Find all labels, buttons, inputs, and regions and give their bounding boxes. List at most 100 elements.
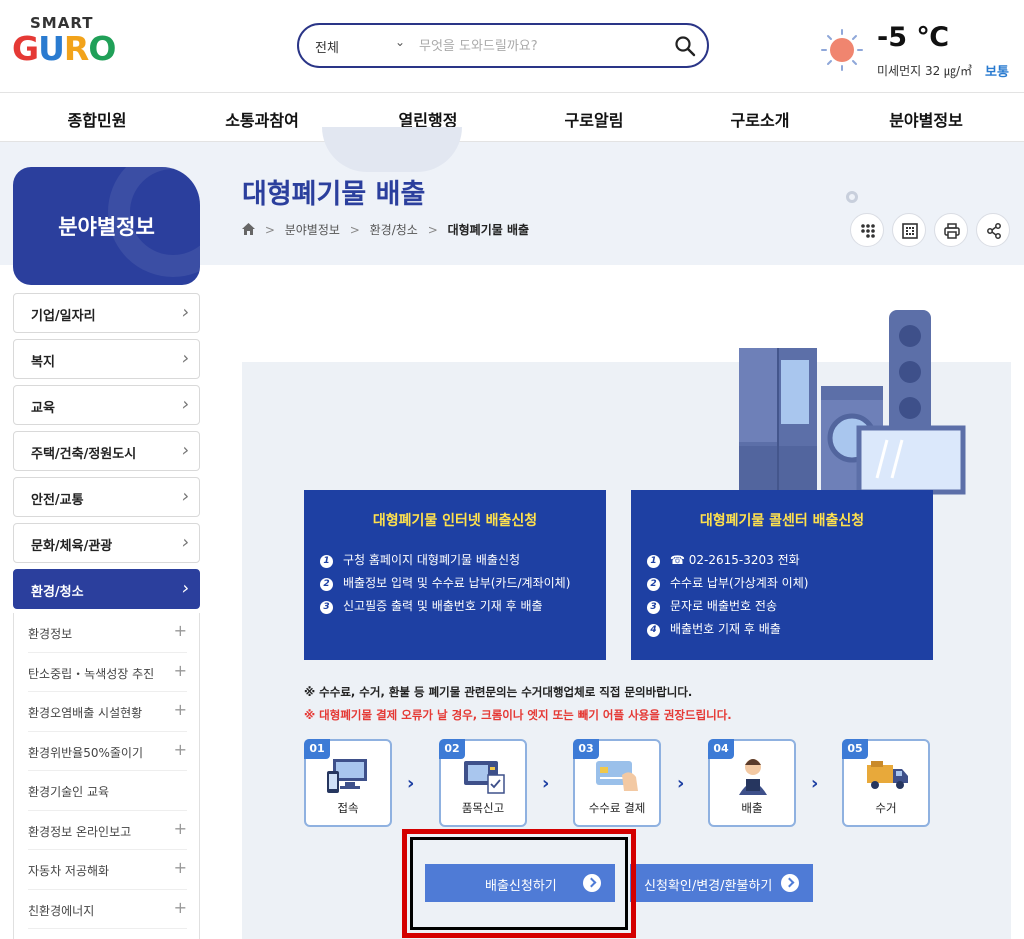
submenu-item[interactable]: 환경기술인 교육 [28,771,187,811]
decoration-ring [846,191,858,203]
callcenter-step-1: 1 ☎ 02-2615-3203 전화 [647,551,800,568]
plus-icon[interactable]: + [174,858,187,877]
chevron-down-icon[interactable]: ⌄ [395,35,405,49]
step-text: 구청 홈페이지 대형폐기물 배출신청 [343,553,521,567]
sidebar-item-safety[interactable]: 안전/교통 › [13,477,200,517]
arrow-right-circle-icon [781,874,799,892]
submenu-item-label: 자동차 저공해화 [28,864,110,878]
check-application-button[interactable]: 신청확인/변경/환불하기 [630,864,813,902]
submenu-item-label: 환경정보 온라인보고 [28,824,132,839]
weather-widget: -5 ℃ 미세먼지 32 ㎍/㎥ 보통 [820,20,1020,80]
submenu-item-label: 환경정보 [28,627,73,641]
step-label: 접속 [337,801,359,815]
qr-code-button[interactable] [892,213,926,247]
fine-dust-status: 보통 [985,65,1009,80]
breadcrumb-item[interactable]: 환경/청소 [370,223,418,237]
sidebar-item-label: 교육 [31,401,55,416]
submenu-item[interactable]: 환경오염배출 시설현황 + [28,692,187,732]
step-text: 배출번호 기재 후 배출 [670,622,781,636]
qr-button[interactable] [850,213,884,247]
breadcrumb-separator: > [427,223,438,237]
nav-item-civil-service[interactable]: 종합민원 [68,107,127,131]
logo-guro-text: GURO [12,29,116,68]
submenu-item[interactable]: 환경위반율50%줄이기 + [28,732,187,771]
nav-item-news[interactable]: 구로알림 [565,107,624,131]
process-step-disposal: 04 배출 [708,739,796,827]
sidebar-item-label: 안전/교통 [31,493,84,508]
submenu-item-label: 친환경에너지 [28,903,95,918]
breadcrumb: > 분야별정보 > 환경/청소 > 대형폐기물 배출 [242,221,529,238]
sidebar-item-label: 복지 [31,355,55,370]
submenu-item[interactable]: 친환경에너지 + [28,890,187,929]
plus-icon[interactable]: + [174,661,187,680]
process-step-item-report: 02 품목신고 [439,739,527,827]
microwave-checklist-icon [464,761,505,794]
plus-icon[interactable]: + [174,621,187,640]
dots-grid-icon [861,224,875,238]
sun-icon [821,29,863,71]
submenu-item[interactable]: 환경정보 온라인보고 + [28,811,187,850]
step-text: ☎ 02-2615-3203 전화 [670,553,800,567]
temperature-value: -5 ℃ [877,22,950,53]
plus-icon[interactable]: + [174,898,187,917]
step-number: 2 [320,578,333,591]
sidebar-item-business[interactable]: 기업/일자리 › [13,293,200,333]
sidebar-submenu: 환경정보 + 탄소중립・녹색성장 추진 + 환경오염배출 시설현황 + 환경위반율50… [13,613,200,939]
sidebar-item-label: 기업/일자리 [31,309,96,324]
submenu-item-label: 환경오염배출 시설현황 [28,706,143,720]
smart-guro-logo[interactable]: SMART GURO [12,14,116,68]
payment-error-notice: ※ 대형폐기물 결제 오류가 날 경우, 크롬이나 엣지 또는 빼기 어플 사용… [304,708,732,722]
plus-icon[interactable]: + [174,740,187,759]
step-text: 문자로 배출번호 전송 [670,599,777,613]
sidebar-item-welfare[interactable]: 복지 › [13,339,200,379]
step-number: 1 [647,555,660,568]
sidebar-item-environment[interactable]: 환경/청소 › [13,569,200,609]
highlight-box [402,829,636,938]
inquiry-notice: ※ 수수료, 수거, 환불 등 폐기물 관련문의는 수거대행업체로 직접 문의바… [304,685,693,699]
main-navigation: 종합민원 소통과참여 열린행정 구로알림 구로소개 분야별정보 [0,92,1024,142]
search-scope-select[interactable]: 전체 [315,37,339,56]
internet-step-1: 1 구청 홈페이지 대형폐기물 배출신청 [320,551,520,568]
share-button[interactable] [976,213,1010,247]
sidebar-title: 분야별정보 [13,167,200,285]
search-input[interactable] [419,34,664,58]
search-icon[interactable] [673,34,697,58]
person-with-item-icon [739,759,767,795]
breadcrumb-item[interactable]: 분야별정보 [285,223,340,237]
sidebar-item-culture[interactable]: 문화/체육/관광 › [13,523,200,563]
chevron-right-icon: › [407,773,415,794]
truck-icon [867,761,908,789]
sidebar-item-label: 환경/청소 [31,585,84,600]
printer-icon [944,223,960,239]
submenu-item[interactable]: 탄소중립・녹색성장 추진 + [28,653,187,692]
sidebar-menu: 기업/일자리 › 복지 › 교육 › 주택/건축/정원도시 › 안전/교통 › 문화/체육… [13,293,200,615]
callcenter-step-3: 3 문자로 배출번호 전송 [647,597,777,614]
print-button[interactable] [934,213,968,247]
step-number: 1 [320,555,333,568]
chevron-right-icon: › [677,773,685,794]
check-application-label: 신청확인/변경/환불하기 [644,879,773,894]
submenu-item[interactable]: 자동차 저공해화 + [28,850,187,890]
step-number: 3 [647,601,660,614]
callcenter-application-title: 대형폐기물 콜센터 배출신청 [699,513,865,529]
callcenter-step-4: 4 배출번호 기재 후 배출 [647,620,781,637]
share-icon [987,223,1001,239]
plus-icon[interactable]: + [174,700,187,719]
breadcrumb-current: 대형폐기물 배출 [447,223,530,237]
submenu-item[interactable]: 환경정보 + [28,613,187,653]
home-icon[interactable] [242,223,255,235]
chevron-right-icon: › [181,578,189,599]
sidebar-item-education[interactable]: 교육 › [13,385,200,425]
plus-icon[interactable]: + [174,819,187,838]
step-number: 3 [320,601,333,614]
sidebar-item-housing[interactable]: 주택/건축/정원도시 › [13,431,200,471]
appliances-illustration [739,310,966,498]
search-box: 전체 ⌄ [297,23,709,68]
step-label: 품목신고 [461,801,505,815]
nav-item-communication[interactable]: 소통과참여 [225,107,299,131]
computer-icon [327,759,367,793]
nav-item-field-info[interactable]: 분야별정보 [889,107,963,131]
step-label: 배출 [741,801,763,815]
breadcrumb-separator: > [264,223,275,237]
nav-item-about[interactable]: 구로소개 [731,107,790,131]
